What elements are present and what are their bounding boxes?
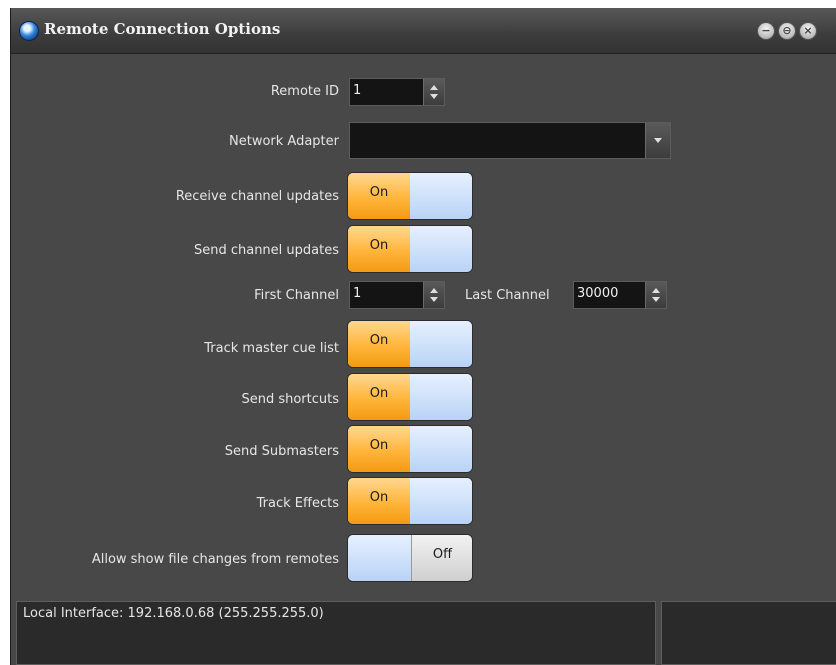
- track-effects-label: Track Effects: [256, 496, 339, 511]
- secondary-panel: [661, 601, 836, 665]
- remote-id-label: Remote ID: [270, 84, 339, 99]
- title-bar[interactable]: Remote Connection Options − ⊖ ×: [11, 8, 836, 54]
- toggle-track: [410, 426, 472, 472]
- toggle-track: [410, 478, 472, 524]
- toggle-track: [348, 535, 411, 581]
- remote-id-stepper[interactable]: 1: [349, 78, 445, 106]
- first-channel-spin-arrows-icon[interactable]: [423, 282, 444, 308]
- allow-show-file-changes-toggle[interactable]: Off: [347, 534, 473, 582]
- track-effects-toggle[interactable]: On: [347, 477, 473, 525]
- send-channel-updates-toggle[interactable]: On: [347, 225, 473, 273]
- remote-id-value: 1: [353, 83, 362, 98]
- receive-channel-updates-label: Receive channel updates: [175, 189, 339, 204]
- toggle-track: [410, 226, 472, 272]
- app-globe-icon: [19, 21, 39, 41]
- minimize-button[interactable]: −: [757, 22, 775, 40]
- send-channel-updates-label: Send channel updates: [193, 243, 339, 258]
- track-master-cue-list-label: Track master cue list: [204, 341, 339, 356]
- local-interface-text: Local Interface: 192.168.0.68 (255.255.2…: [23, 606, 324, 621]
- toggle-on-segment: On: [348, 426, 410, 472]
- send-shortcuts-label: Send shortcuts: [241, 392, 339, 407]
- toggle-track: [410, 374, 472, 420]
- last-channel-label: Last Channel: [465, 288, 550, 303]
- send-submasters-toggle[interactable]: On: [347, 425, 473, 473]
- toggle-on-segment: On: [348, 374, 410, 420]
- toggle-on-segment: On: [348, 321, 410, 367]
- last-channel-stepper[interactable]: 30000: [573, 281, 667, 309]
- remote-id-spin-arrows-icon[interactable]: [423, 79, 444, 105]
- last-channel-spin-arrows-icon[interactable]: [645, 282, 666, 308]
- send-shortcuts-toggle[interactable]: On: [347, 373, 473, 421]
- window-title: Remote Connection Options: [44, 20, 281, 38]
- first-channel-stepper[interactable]: 1: [349, 281, 445, 309]
- toggle-track: [410, 321, 472, 367]
- toggle-on-segment: On: [348, 173, 410, 219]
- first-channel-value: 1: [353, 286, 362, 301]
- restore-button[interactable]: ⊖: [778, 22, 796, 40]
- first-channel-label: First Channel: [254, 288, 339, 303]
- allow-show-file-changes-label: Allow show file changes from remotes: [91, 552, 339, 567]
- track-master-cue-list-toggle[interactable]: On: [347, 320, 473, 368]
- network-adapter-label: Network Adapter: [229, 134, 339, 149]
- local-interface-panel: Local Interface: 192.168.0.68 (255.255.2…: [16, 601, 656, 665]
- network-adapter-select[interactable]: [349, 122, 671, 159]
- receive-channel-updates-toggle[interactable]: On: [347, 172, 473, 220]
- toggle-on-segment: On: [348, 478, 410, 524]
- remote-connection-options-window: Remote Connection Options − ⊖ × Remote I…: [10, 8, 836, 665]
- toggle-track: [410, 173, 472, 219]
- toggle-off-segment: Off: [411, 535, 472, 581]
- chevron-down-icon[interactable]: [645, 123, 670, 158]
- last-channel-value: 30000: [577, 286, 619, 301]
- send-submasters-label: Send Submasters: [224, 444, 339, 459]
- toggle-on-segment: On: [348, 226, 410, 272]
- close-button[interactable]: ×: [799, 22, 817, 40]
